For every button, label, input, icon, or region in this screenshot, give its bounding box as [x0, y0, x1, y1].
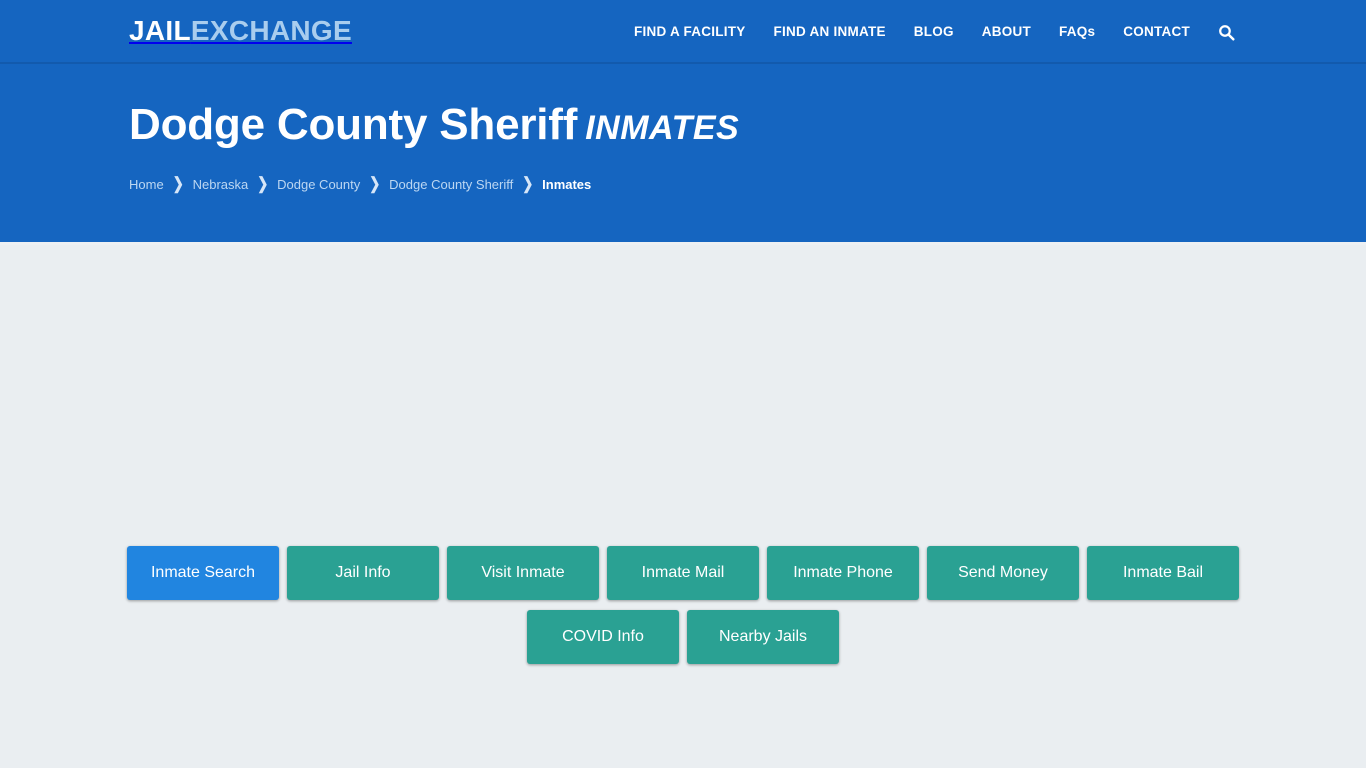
button-nearby-jails[interactable]: Nearby Jails — [687, 610, 839, 664]
breadcrumb-item-dodge-county-sheriff[interactable]: Dodge County Sheriff — [389, 177, 513, 192]
breadcrumb-separator-icon: ❯ — [522, 174, 534, 194]
nav-faqs[interactable]: FAQs — [1045, 0, 1109, 64]
breadcrumb-separator-icon: ❯ — [172, 174, 184, 194]
button-visit-inmate[interactable]: Visit Inmate — [447, 546, 599, 600]
advertisement-slot — [0, 245, 1366, 545]
page-content: Inmate Search Jail Info Visit Inmate Inm… — [0, 242, 1366, 768]
button-jail-info[interactable]: Jail Info — [287, 546, 439, 600]
breadcrumb-item-nebraska[interactable]: Nebraska — [193, 177, 249, 192]
logo-text-exchange: EXCHANGE — [190, 15, 352, 46]
button-inmate-bail[interactable]: Inmate Bail — [1087, 546, 1239, 600]
page-title-subject: Dodge County Sheriff — [129, 100, 578, 149]
site-logo[interactable]: JAILEXCHANGE — [129, 17, 352, 45]
nav-contact[interactable]: CONTACT — [1109, 0, 1204, 64]
button-inmate-mail[interactable]: Inmate Mail — [607, 546, 759, 600]
hero-banner: Dodge County Sheriff INMATES Home ❯ Nebra… — [0, 64, 1366, 242]
breadcrumb: Home ❯ Nebraska ❯ Dodge County ❯ Dodge C… — [129, 174, 1366, 194]
page-title-kind: INMATES — [585, 109, 740, 147]
button-covid-info[interactable]: COVID Info — [527, 610, 679, 664]
button-send-money[interactable]: Send Money — [927, 546, 1079, 600]
facility-button-row-primary: Inmate Search Jail Info Visit Inmate Inm… — [0, 546, 1366, 600]
logo-text-jail: JAIL — [129, 15, 191, 46]
breadcrumb-separator-icon: ❯ — [257, 174, 269, 194]
nav-blog[interactable]: BLOG — [900, 0, 968, 64]
button-inmate-phone[interactable]: Inmate Phone — [767, 546, 919, 600]
facility-section-buttons: Inmate Search Jail Info Visit Inmate Inm… — [0, 546, 1366, 664]
breadcrumb-separator-icon: ❯ — [369, 174, 381, 194]
breadcrumb-item-inmates-current: Inmates — [542, 176, 592, 192]
nav-find-a-facility[interactable]: FIND A FACILITY — [620, 0, 760, 64]
breadcrumb-item-dodge-county[interactable]: Dodge County — [277, 177, 360, 192]
breadcrumb-item-home[interactable]: Home — [129, 177, 164, 192]
nav-find-an-inmate[interactable]: FIND AN INMATE — [759, 0, 899, 64]
site-header: JAILEXCHANGE FIND A FACILITY FIND AN INM… — [0, 0, 1366, 64]
search-icon[interactable] — [1212, 0, 1240, 64]
button-inmate-search[interactable]: Inmate Search — [127, 546, 279, 600]
main-navigation: FIND A FACILITY FIND AN INMATE BLOG ABOU… — [620, 0, 1240, 64]
facility-button-row-secondary: COVID Info Nearby Jails — [0, 610, 1366, 664]
page-title: Dodge County Sheriff INMATES — [129, 100, 1366, 149]
nav-about[interactable]: ABOUT — [968, 0, 1045, 64]
